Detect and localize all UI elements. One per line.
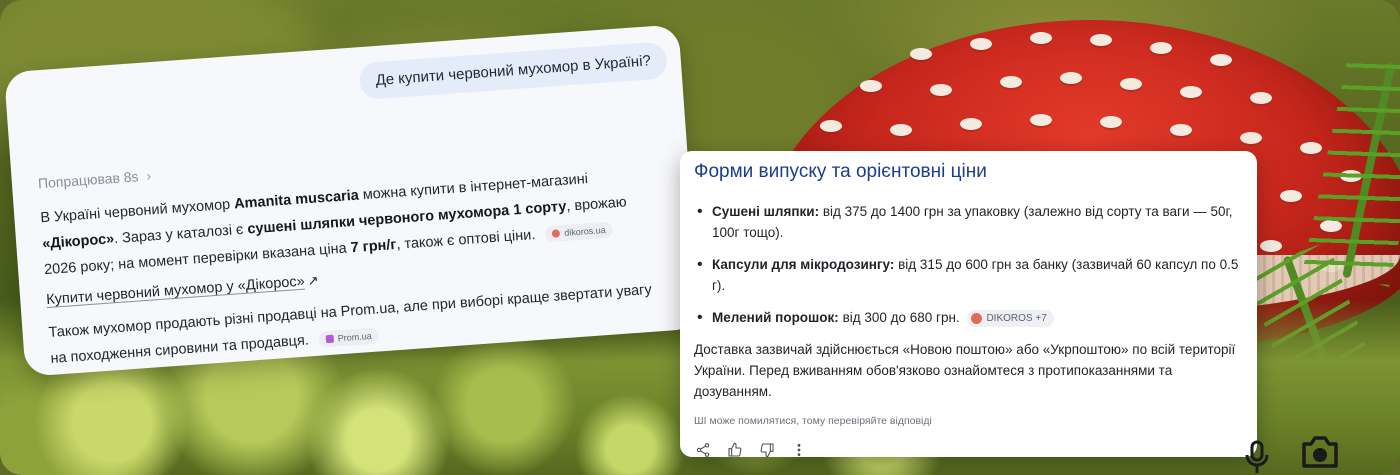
worked-status[interactable]: Попрацював 8s › <box>37 167 151 191</box>
source-chip-prom[interactable]: Prom.ua <box>318 327 380 348</box>
ai-disclaimer: ШІ може помилятися, тому перевіряйте від… <box>694 415 932 427</box>
list-item: Мелений порошок: від 300 до 680 грн. DIK… <box>694 307 1243 328</box>
info-card: Форми випуску та орієнтовні ціни Сушені … <box>680 151 1257 459</box>
price-list: Сушені шляпки: від 375 до 1400 грн за уп… <box>694 201 1243 328</box>
dikoros-logo-icon <box>552 229 561 238</box>
info-title: Форми випуску та орієнтовні ціни <box>694 161 987 182</box>
microphone-icon[interactable] <box>1243 440 1271 475</box>
delivery-paragraph: Доставка зазвичай здійснюється «Новою по… <box>694 342 1236 399</box>
user-message-bubble: Де купити червоний мухомор в Україні? <box>358 41 669 101</box>
thumbs-down-icon[interactable] <box>758 441 776 459</box>
list-item: Капсули для мікродозингу: від 315 до 600… <box>694 254 1243 296</box>
share-icon[interactable] <box>694 441 712 459</box>
source-chip-dikoros-plus[interactable]: DIKOROS +7 <box>967 309 1054 327</box>
lens-camera-icon[interactable] <box>1296 428 1344 475</box>
list-item: Сушені шляпки: від 375 до 1400 грн за уп… <box>694 201 1243 243</box>
chat-card: Де купити червоний мухомор в Україні? По… <box>3 24 701 377</box>
thumbs-up-icon[interactable] <box>726 441 744 459</box>
external-link-icon: ↗ <box>307 272 320 289</box>
worked-label: Попрацював 8s <box>37 168 139 192</box>
action-bar <box>694 441 1243 459</box>
prom-logo-icon <box>325 334 335 344</box>
more-vertical-icon[interactable] <box>790 441 808 459</box>
source-chip-dikoros[interactable]: dikoros.ua <box>544 221 614 243</box>
chevron-right-icon: › <box>145 167 152 184</box>
dikoros-logo-icon <box>971 312 983 324</box>
fern-image <box>1342 61 1396 279</box>
